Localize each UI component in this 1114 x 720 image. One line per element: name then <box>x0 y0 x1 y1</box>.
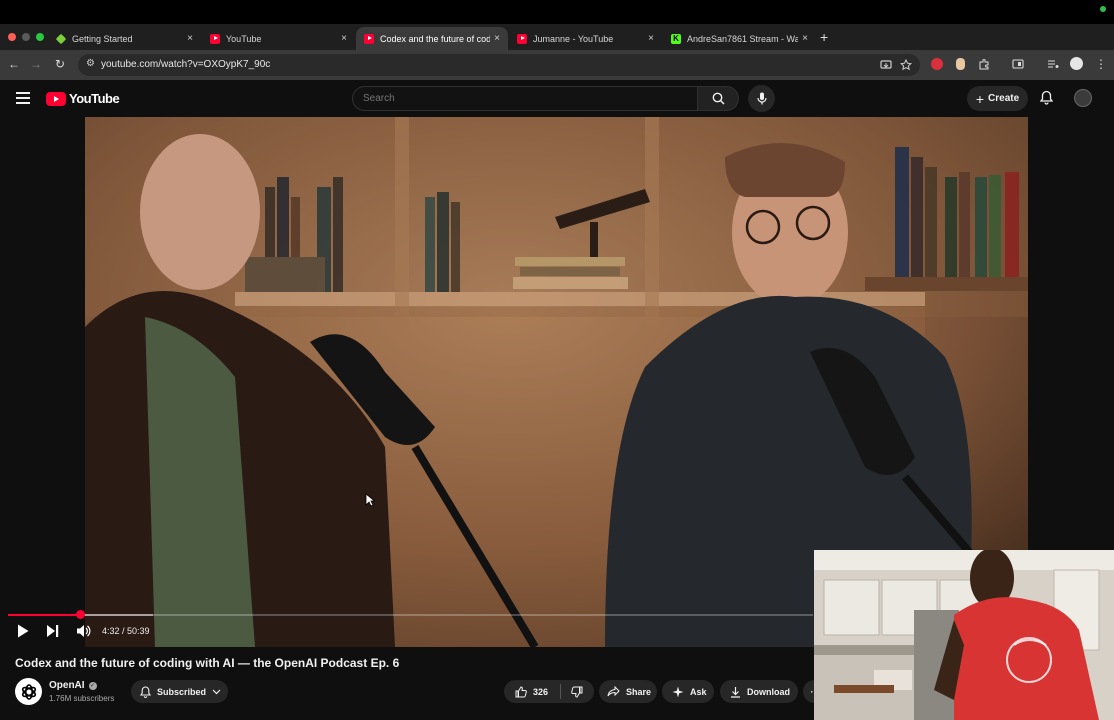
reload-icon[interactable]: ↻ <box>52 57 68 71</box>
tab-jumanne[interactable]: Jumanne - YouTube × <box>509 27 662 50</box>
search-box[interactable] <box>352 86 698 111</box>
menu-bar-strip <box>0 0 1114 24</box>
voice-search-button[interactable] <box>748 85 775 112</box>
plus-icon: + <box>975 90 985 107</box>
media-controls-icon[interactable] <box>1047 58 1059 70</box>
address-bar[interactable]: ⚙ youtube.com/watch?v=OXOypK7_90c <box>78 54 920 76</box>
search-input[interactable] <box>363 93 663 104</box>
site-settings-icon[interactable]: ⚙ <box>86 58 95 69</box>
maximize-window-icon[interactable] <box>36 33 44 41</box>
time-display: 4:32 / 50:39 <box>102 626 150 636</box>
account-avatar[interactable] <box>1074 89 1092 107</box>
extension-red-icon[interactable] <box>931 58 943 70</box>
like-button[interactable] <box>515 685 527 698</box>
side-panel-icon[interactable] <box>1012 58 1024 70</box>
forward-icon[interactable]: → <box>28 57 44 71</box>
screen: Getting Started × YouTube × Codex and th… <box>0 0 1114 720</box>
share-arrow-icon <box>607 686 620 697</box>
download-icon <box>730 686 741 698</box>
create-label: Create <box>988 93 1020 104</box>
bell-icon <box>140 685 151 698</box>
browser-tab-strip: Getting Started × YouTube × Codex and th… <box>0 24 1114 50</box>
tab-codex-video[interactable]: Codex and the future of codi × <box>356 27 508 50</box>
subscribed-label: Subscribed <box>157 686 207 697</box>
back-icon[interactable]: ← <box>6 57 22 71</box>
page-bottom-edge <box>0 712 814 720</box>
search-button[interactable] <box>697 86 739 111</box>
tab-getting-started[interactable]: Getting Started × <box>48 27 201 50</box>
microphone-icon <box>756 92 767 105</box>
install-app-icon[interactable] <box>880 59 892 71</box>
tab-title: Jumanne - YouTube <box>533 33 614 44</box>
minimize-window-icon[interactable] <box>22 33 30 41</box>
mouse-cursor-icon <box>365 493 375 507</box>
tab-kick-stream[interactable]: K AndreSan7861 Stream - Watc × <box>663 27 816 50</box>
channel-name[interactable]: OpenAI <box>49 680 85 691</box>
youtube-header: YouTube + Create <box>0 80 1114 117</box>
extensions-puzzle-icon[interactable] <box>978 58 990 70</box>
progress-bar[interactable] <box>8 610 813 619</box>
browser-toolbar: ← → ↻ ⚙ youtube.com/watch?v=OXOypK7_90c … <box>0 50 1114 80</box>
download-button[interactable]: Download <box>720 680 798 703</box>
verified-badge-icon: ✓ <box>88 681 97 690</box>
play-icon[interactable] <box>16 623 30 639</box>
cube-icon <box>55 33 67 44</box>
ask-label: Ask <box>690 686 707 697</box>
webcam-image <box>814 550 1114 720</box>
youtube-icon <box>210 33 220 44</box>
notifications-bell-icon[interactable] <box>1040 90 1053 105</box>
thumbs-down-icon <box>571 686 583 698</box>
subscribed-button[interactable]: Subscribed <box>131 680 228 703</box>
video-title: Codex and the future of coding with AI —… <box>15 656 400 670</box>
sparkle-icon <box>672 686 684 698</box>
progress-played <box>8 614 81 616</box>
like-dislike-group: 326 <box>504 680 594 703</box>
webcam-overlay <box>814 550 1114 720</box>
guide-menu-icon[interactable] <box>16 92 30 104</box>
tab-title: YouTube <box>226 33 262 44</box>
ask-button[interactable]: Ask <box>662 680 714 703</box>
tab-close-icon[interactable]: × <box>802 33 808 44</box>
progress-scrubber-handle[interactable] <box>75 610 85 619</box>
browser-menu-icon[interactable]: ⋮ <box>1093 57 1109 71</box>
status-dot-icon <box>1100 6 1106 12</box>
dislike-button[interactable] <box>571 686 583 698</box>
thumbs-up-icon <box>515 685 527 697</box>
new-tab-button[interactable]: + <box>820 29 828 45</box>
profile-avatar[interactable] <box>1070 57 1083 70</box>
tab-close-icon[interactable]: × <box>187 33 193 44</box>
volume-icon[interactable] <box>76 623 91 639</box>
tab-title: Getting Started <box>72 33 133 44</box>
tab-title: Codex and the future of codi <box>380 33 491 44</box>
close-window-icon[interactable] <box>8 33 16 41</box>
openai-logo-icon <box>21 683 36 700</box>
youtube-icon <box>517 33 527 44</box>
youtube-logo-text: YouTube <box>69 91 120 106</box>
url-text[interactable]: youtube.com/watch?v=OXOypK7_90c <box>101 59 270 70</box>
youtube-logo-icon <box>46 91 66 106</box>
kick-icon: K <box>671 33 681 44</box>
share-button[interactable]: Share <box>599 680 657 703</box>
create-button[interactable]: + Create <box>967 86 1028 111</box>
chevron-down-icon <box>212 689 221 695</box>
tab-close-icon[interactable]: × <box>648 33 654 44</box>
next-video-icon[interactable] <box>46 623 60 639</box>
download-label: Download <box>747 686 790 697</box>
youtube-logo[interactable]: YouTube <box>46 91 120 106</box>
tab-title: AndreSan7861 Stream - Watc <box>687 33 799 44</box>
extension-figure-icon[interactable] <box>956 58 965 70</box>
share-label: Share <box>626 686 652 697</box>
subscriber-count: 1.76M subscribers <box>49 694 115 703</box>
channel-name-row[interactable]: OpenAI ✓ <box>49 680 97 691</box>
channel-avatar[interactable] <box>15 678 42 705</box>
like-count: 326 <box>533 686 549 697</box>
tab-close-icon[interactable]: × <box>341 33 347 44</box>
youtube-icon <box>364 33 374 44</box>
tab-close-icon[interactable]: × <box>494 33 500 44</box>
search-icon <box>712 92 724 105</box>
tab-youtube[interactable]: YouTube × <box>202 27 355 50</box>
bookmark-star-icon[interactable] <box>900 59 912 71</box>
divider <box>560 684 562 699</box>
